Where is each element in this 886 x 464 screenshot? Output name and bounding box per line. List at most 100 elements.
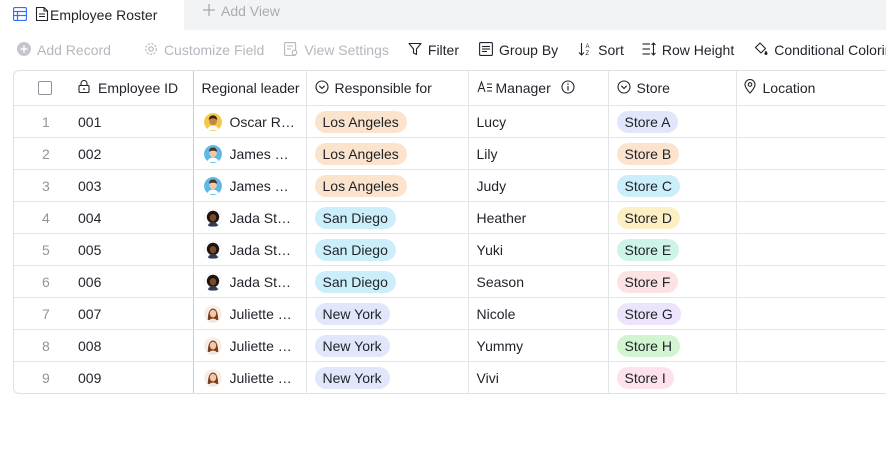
tab-employee-roster[interactable]: Employee Roster [0,0,184,30]
info-icon[interactable] [561,79,575,97]
row-number-cell[interactable]: 6 [14,265,78,298]
select-all-checkbox[interactable] [38,81,52,95]
location-cell[interactable] [736,201,886,234]
lock-icon [78,80,90,96]
location-cell[interactable] [736,105,886,138]
add-view-button[interactable]: Add View [202,0,280,22]
employee-id-cell[interactable]: 009 [78,361,194,393]
column-header-employee-id[interactable]: Employee ID [78,71,194,106]
store-cell[interactable]: Store E [608,233,737,266]
location-cell[interactable] [736,169,886,202]
regional-leader-cell[interactable]: Juliette R... [193,361,307,393]
column-header-responsible-for[interactable]: Responsible for [306,71,469,106]
regional-leader-cell[interactable]: Jada Stall... [193,233,307,266]
column-header-regional-leader[interactable]: Regional leader [193,71,307,106]
manager-cell[interactable]: Yuki [468,233,609,266]
store-cell[interactable]: Store C [608,169,737,202]
leader-name: Juliette R... [229,337,298,354]
view-settings-button[interactable]: View Settings [284,41,389,59]
regional-leader-cell[interactable]: James Mo... [193,169,307,202]
table-row[interactable]: 3 003 James Mo... Los Angeles Judy Store C [14,169,886,202]
employee-id-cell[interactable]: 001 [78,105,194,138]
store-cell[interactable]: Store G [608,297,737,330]
avatar-juliette-icon [203,336,222,355]
employee-id-cell[interactable]: 004 [78,201,194,234]
employee-id-cell[interactable]: 007 [78,297,194,330]
row-number-cell[interactable]: 1 [14,105,78,138]
responsible-for-cell[interactable]: Los Angeles [306,105,469,138]
add-record-button[interactable]: Add Record [17,41,111,59]
manager-cell[interactable]: Nicole [468,297,609,330]
row-number-cell[interactable]: 5 [14,233,78,266]
location-cell[interactable] [736,137,886,170]
column-header-store[interactable]: Store [608,71,737,106]
row-number: 3 [42,177,50,194]
manager-cell[interactable]: Season [468,265,609,298]
row-number-cell[interactable]: 8 [14,329,78,362]
location-cell[interactable] [736,361,886,393]
location-cell[interactable] [736,233,886,266]
regional-leader-cell[interactable]: James Mo... [193,137,307,170]
store-cell[interactable]: Store D [608,201,737,234]
row-number-cell[interactable]: 7 [14,297,78,330]
row-number-cell[interactable]: 4 [14,201,78,234]
manager-cell[interactable]: Yummy [468,329,609,362]
regional-leader-cell[interactable]: Jada Stall... [193,265,307,298]
employee-id-cell[interactable]: 002 [78,137,194,170]
table-row[interactable]: 6 006 Jada Stall... San Diego Season Store F [14,265,886,298]
manager-cell[interactable]: Judy [468,169,609,202]
table-row[interactable]: 1 001 Oscar Ra... Los Angeles Lucy Store A [14,105,886,138]
row-number-cell[interactable]: 3 [14,169,78,202]
responsible-for-cell[interactable]: San Diego [306,265,469,298]
store-cell[interactable]: Store B [608,137,737,170]
location-cell[interactable] [736,297,886,330]
customize-field-button[interactable]: Customize Field [144,42,264,59]
row-number-cell[interactable]: 2 [14,137,78,170]
table-row[interactable]: 5 005 Jada Stall... San Diego Yuki Store E [14,233,886,266]
regional-leader-cell[interactable]: Juliette R... [193,329,307,362]
responsible-for-cell[interactable]: New York [306,329,469,362]
responsible-for-cell[interactable]: San Diego [306,201,469,234]
responsible-for-cell[interactable]: New York [306,297,469,330]
location-cell[interactable] [736,329,886,362]
store-cell[interactable]: Store H [608,329,737,362]
table-row[interactable]: 8 008 Juliette R... New York Yummy Store H [14,329,886,362]
responsible-for-cell[interactable]: Los Angeles [306,137,469,170]
store-cell[interactable]: Store I [608,361,737,393]
table-row[interactable]: 9 009 Juliette R... New York Vivi Store I [14,361,886,393]
column-header-location[interactable]: Location [736,71,886,106]
responsible-for-cell[interactable]: San Diego [306,233,469,266]
avatar-james-icon [203,144,222,163]
manager-cell[interactable]: Lily [468,137,609,170]
city-tag: New York [314,366,390,389]
responsible-for-cell[interactable]: Los Angeles [306,169,469,202]
manager-cell[interactable]: Vivi [468,361,609,393]
regional-leader-cell[interactable]: Juliette R... [193,297,307,330]
employee-id-cell[interactable]: 003 [78,169,194,202]
conditional-coloring-button[interactable]: Conditional Coloring [754,41,886,59]
manager-cell[interactable]: Heather [468,201,609,234]
table-row[interactable]: 7 007 Juliette R... New York Nicole Store G [14,297,886,330]
regional-leader-cell[interactable]: Jada Stall... [193,201,307,234]
responsible-for-cell[interactable]: New York [306,361,469,393]
column-title: Regional leader [201,80,300,96]
table-row[interactable]: 4 004 Jada Stall... San Diego Heather Store D [14,201,886,234]
manager-cell[interactable]: Lucy [468,105,609,138]
employee-id-cell[interactable]: 005 [78,233,194,266]
location-cell[interactable] [736,265,886,298]
table-row[interactable]: 2 002 James Mo... Los Angeles Lily Store B [14,137,886,170]
row-number-cell[interactable]: 9 [14,361,78,393]
store-cell[interactable]: Store A [608,105,737,138]
employee-id: 007 [78,305,102,322]
regional-leader-cell[interactable]: Oscar Ra... [193,105,307,138]
select-all-header[interactable] [14,71,78,106]
store-cell[interactable]: Store F [608,265,737,298]
row-height-button[interactable]: Row Height [642,41,734,59]
employee-id-cell[interactable]: 006 [78,265,194,298]
group-by-button[interactable]: Group By [479,41,558,59]
column-header-manager[interactable]: Manager [468,71,609,106]
filter-button[interactable]: Filter [408,42,459,59]
employee-id-cell[interactable]: 008 [78,329,194,362]
conditional-coloring-label: Conditional Coloring [774,42,886,58]
sort-button[interactable]: AZ Sort [578,42,624,59]
